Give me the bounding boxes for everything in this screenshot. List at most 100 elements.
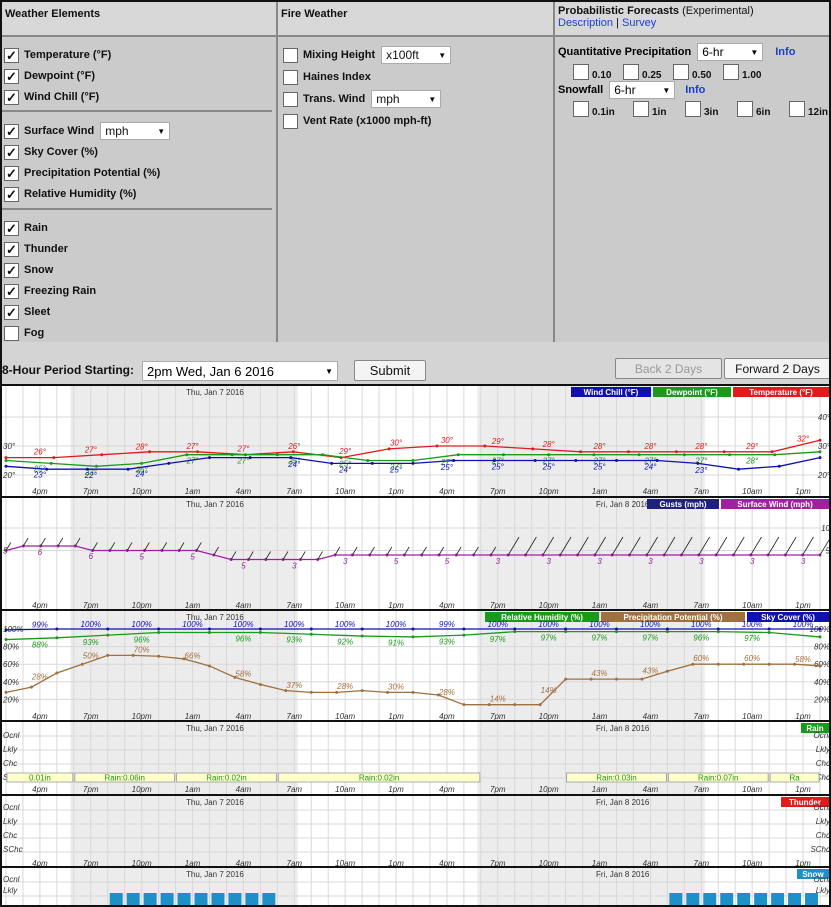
checkbox[interactable] (283, 113, 298, 129)
y-tick-label: 40% (3, 678, 19, 687)
data-label: 97% (744, 634, 760, 643)
checkbox-label: Haines Index (303, 71, 371, 83)
threshold-label: 0.50 (692, 70, 712, 81)
back-2-days-button[interactable]: Back 2 Days (615, 358, 722, 379)
qpf-info-link[interactable]: Info (775, 46, 795, 58)
probabilistic-title: Probabilistic Forecasts (Experimental) D… (555, 2, 829, 37)
data-label: 100% (538, 620, 558, 629)
checkbox[interactable] (723, 63, 739, 80)
unit-select[interactable]: x100ft ▼ (381, 46, 452, 64)
checkbox[interactable] (789, 100, 805, 117)
night-shade (70, 386, 298, 498)
snow-bar (737, 893, 751, 905)
threshold-option: 1in (633, 99, 666, 118)
time-label: 10pm (132, 487, 152, 496)
checkbox[interactable]: ✓ (4, 165, 19, 181)
fire-weather-title: Fire Weather (278, 2, 553, 37)
checkbox[interactable] (283, 91, 298, 107)
checkbox[interactable]: ✓ (4, 241, 19, 257)
checkbox[interactable]: ✓ (4, 186, 19, 202)
checkbox[interactable]: ✓ (4, 68, 19, 84)
checkbox[interactable]: ✓ (4, 220, 19, 236)
snowfall-label: Snowfall (558, 84, 604, 96)
data-point (665, 630, 669, 634)
data-point (716, 662, 720, 666)
data-label: 100% (182, 620, 202, 629)
row-label: Ocnl (814, 803, 831, 812)
data-point (626, 450, 630, 454)
data-point (208, 627, 211, 631)
forward-2-days-button[interactable]: Forward 2 Days (724, 358, 829, 379)
time-label: 7am (694, 487, 710, 496)
data-point (682, 453, 686, 457)
period-select[interactable]: 2pm Wed, Jan 6 2016 ▼ (142, 361, 338, 381)
checkbox[interactable] (283, 69, 298, 85)
time-label: 7pm (490, 487, 506, 496)
description-link[interactable]: Description (558, 17, 613, 29)
snowfall-row: Snowfall 6-hr ▼ Info (558, 81, 705, 99)
time-label: 1pm (388, 785, 404, 794)
checkbox-label: Relative Humidity (%) (24, 188, 137, 200)
snow-bar (228, 893, 242, 905)
checkbox[interactable]: ✓ (4, 283, 19, 299)
data-point (148, 450, 152, 454)
checkbox[interactable]: ✓ (4, 123, 19, 139)
wind-barb (40, 537, 46, 547)
row-label: SChc (3, 845, 23, 854)
unit-select-value: mph (105, 124, 129, 138)
snowfall-select[interactable]: 6-hr ▼ (609, 81, 676, 99)
checkbox[interactable]: ✓ (4, 47, 19, 63)
qpf-select[interactable]: 6-hr ▼ (697, 43, 764, 61)
data-label: 58% (795, 655, 811, 664)
threshold-option: 0.50 (673, 62, 711, 81)
data-point (615, 627, 618, 631)
data-label: 100% (640, 620, 660, 629)
rain-bar-label: Rain:0.03in (596, 774, 636, 783)
checkbox[interactable] (673, 63, 689, 80)
submit-button[interactable]: Submit (354, 360, 426, 381)
unit-select-value: mph (376, 92, 400, 106)
data-point (435, 444, 439, 448)
unit-select[interactable]: mph ▼ (100, 122, 171, 140)
data-label: 32° (797, 434, 810, 443)
snowfall-info-link[interactable]: Info (685, 84, 705, 96)
checkbox[interactable]: ✓ (4, 304, 19, 320)
data-point (452, 459, 456, 462)
threshold-option: 0.10 (573, 62, 611, 81)
data-point (574, 459, 578, 462)
data-label: 58% (235, 670, 251, 679)
data-point (106, 627, 110, 631)
night-shade (70, 498, 298, 611)
data-label: 5 (139, 553, 144, 562)
row-label: Lkly (3, 817, 18, 826)
threshold-label: 3in (704, 107, 719, 118)
data-label: 66% (185, 651, 201, 660)
checkbox[interactable]: ✓ (4, 144, 19, 160)
time-label: 7pm (83, 785, 99, 794)
data-label: 29° (338, 447, 352, 456)
checkbox[interactable]: ✓ (4, 89, 19, 105)
checkbox[interactable] (573, 100, 589, 117)
checkbox[interactable] (633, 100, 649, 117)
time-label: 1pm (795, 785, 811, 794)
time-label: 10am (335, 487, 355, 496)
data-point (462, 627, 466, 631)
data-label: 3 (597, 557, 602, 566)
checkbox[interactable] (283, 47, 298, 63)
data-label: 6 (89, 552, 94, 561)
wind-barb (715, 536, 728, 556)
checkbox[interactable] (4, 325, 19, 341)
time-label: 7am (287, 487, 303, 496)
checkbox[interactable] (685, 100, 701, 117)
data-point (513, 627, 517, 631)
checkbox[interactable] (623, 63, 639, 80)
divider (2, 110, 272, 112)
checkbox[interactable] (737, 100, 753, 117)
checkbox[interactable]: ✓ (4, 262, 19, 278)
checkbox[interactable] (573, 63, 589, 80)
data-label: 5 (394, 557, 399, 566)
data-point (248, 456, 252, 460)
data-point (818, 456, 822, 460)
survey-link[interactable]: Survey (622, 17, 656, 29)
unit-select[interactable]: mph ▼ (371, 90, 442, 108)
